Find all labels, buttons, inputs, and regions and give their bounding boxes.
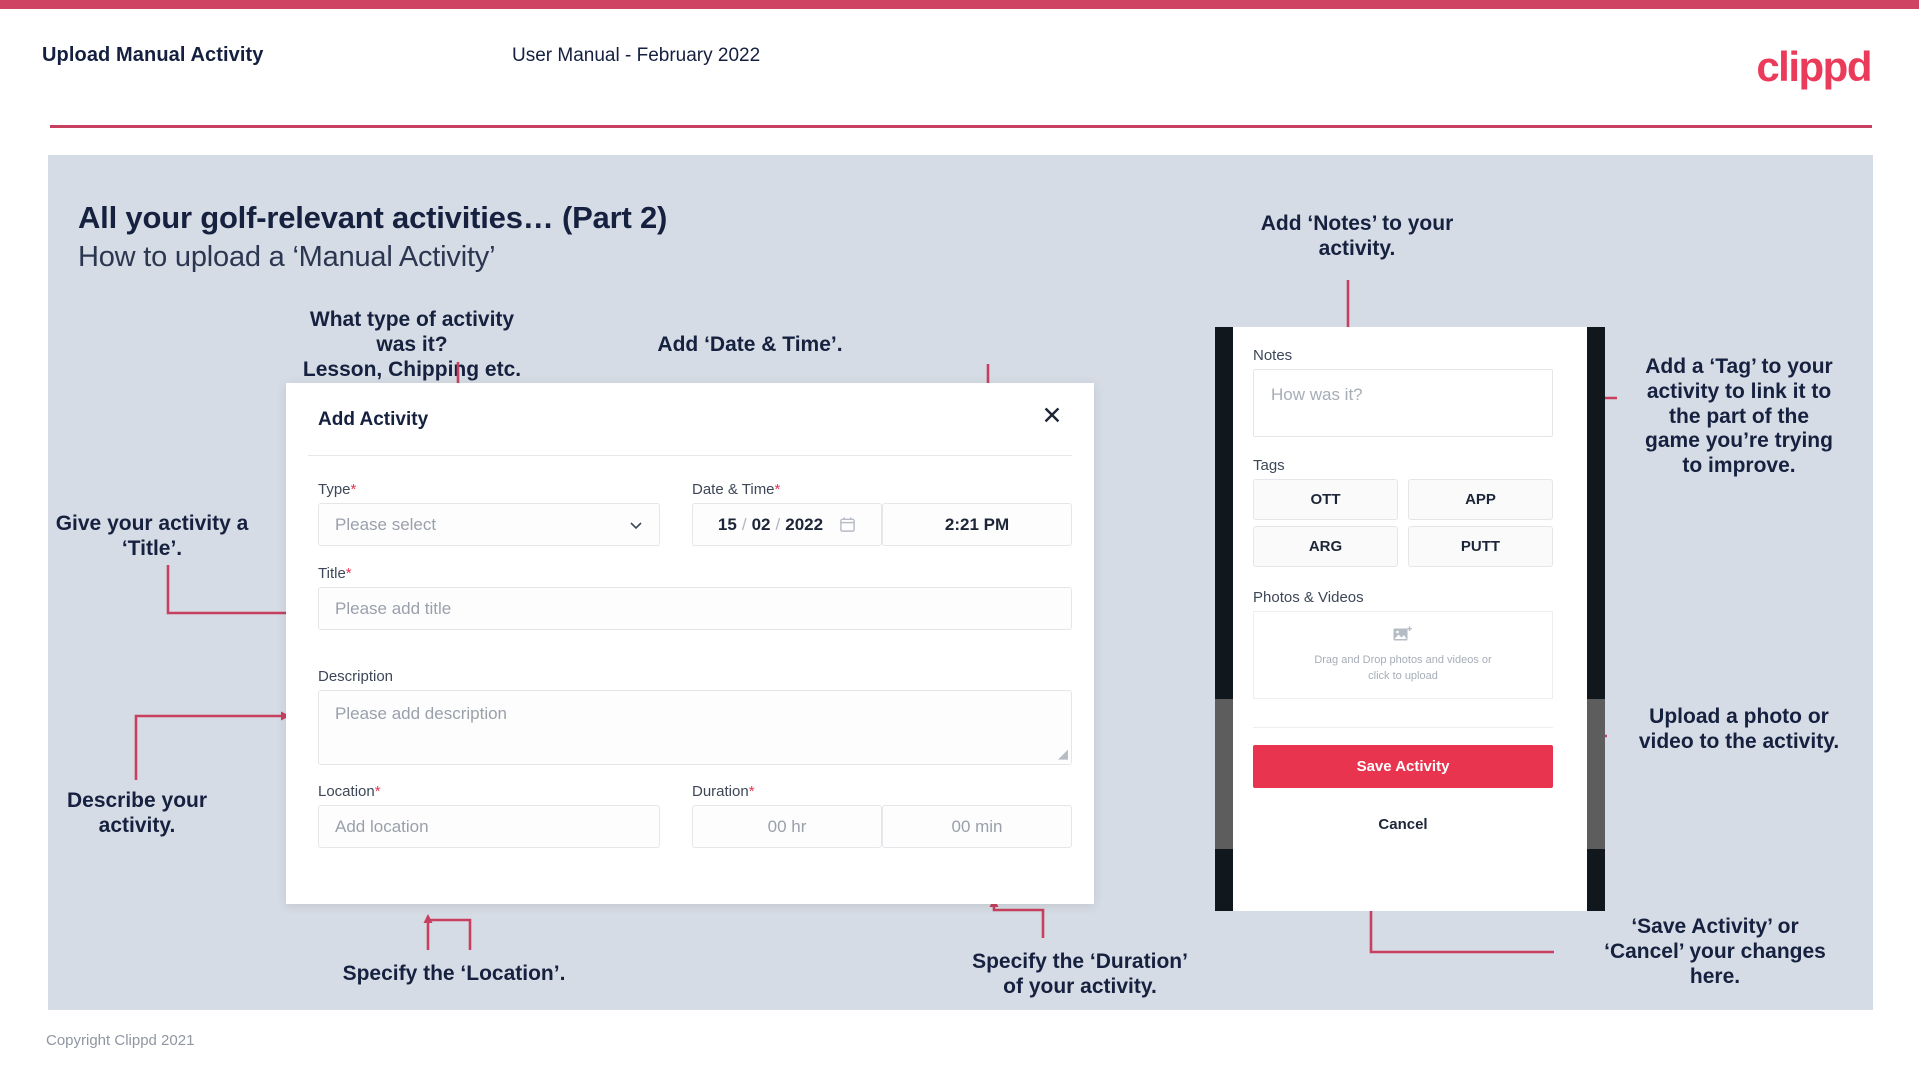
duration-minutes-input[interactable]: 00 min (882, 805, 1072, 848)
dialog-divider (308, 455, 1072, 456)
tags-label: Tags (1253, 457, 1285, 474)
chevron-down-icon (630, 521, 642, 529)
tag-label-app: APP (1465, 491, 1496, 508)
phone-bezel-right (1587, 327, 1605, 911)
type-required: * (350, 481, 357, 498)
dialog-title: Add Activity (318, 409, 429, 430)
location-label: Location* (318, 783, 381, 800)
duration-required: * (748, 783, 755, 800)
clippd-logo: clippd (1756, 43, 1872, 90)
add-image-icon (1393, 626, 1412, 640)
header-divider (50, 125, 1872, 128)
cancel-button[interactable]: Cancel (1253, 804, 1553, 844)
phone-mockup: Notes How was it? Tags OTT APP ARG PUTT … (1215, 327, 1605, 911)
tag-button-putt[interactable]: PUTT (1408, 526, 1553, 567)
description-textarea[interactable]: Please add description ◢ (318, 690, 1072, 765)
type-label: Type* (318, 481, 356, 498)
duration-label-text: Duration (692, 783, 749, 800)
location-input[interactable]: Add location (318, 805, 660, 848)
date-month: 02 (751, 514, 771, 534)
top-accent-bar (0, 0, 1919, 9)
datetime-label-text: Date & Time (692, 481, 775, 498)
duration-hours-input[interactable]: 00 hr (692, 805, 882, 848)
close-icon[interactable]: ✕ (1037, 401, 1067, 431)
duration-hours-placeholder: 00 hr (767, 816, 807, 836)
photo-dropzone[interactable]: Drag and Drop photos and videos or click… (1253, 611, 1553, 699)
description-label: Description (318, 668, 393, 685)
slide-page: Upload Manual Activity User Manual - Feb… (0, 0, 1919, 1079)
type-label-text: Type (318, 481, 351, 498)
annotation-location: Specify the ‘Location’. (342, 962, 566, 985)
type-select[interactable]: Please select (318, 503, 660, 546)
page-subtitle: How to upload a ‘Manual Activity’ (78, 241, 496, 273)
title-placeholder: Please add title (335, 598, 452, 618)
location-required: * (374, 783, 381, 800)
annotation-type: What type of activity was it? Lesson, Chi… (302, 308, 522, 381)
add-activity-dialog: Add Activity ✕ Type* Please select Date … (286, 383, 1094, 904)
annotation-upload: Upload a photo or video to the activity. (1638, 705, 1840, 753)
annotation-description: Describe your activity. (66, 789, 208, 837)
cancel-label: Cancel (1378, 815, 1428, 833)
description-placeholder: Please add description (335, 704, 508, 723)
tag-label-putt: PUTT (1460, 538, 1501, 555)
notes-label: Notes (1253, 347, 1293, 364)
header-left-title: Upload Manual Activity (42, 44, 264, 66)
tag-label-ott: OTT (1310, 491, 1341, 508)
date-input[interactable]: 15 / 02 / 2022 (692, 503, 882, 546)
duration-label: Duration* (692, 783, 755, 800)
tag-button-app[interactable]: APP (1408, 479, 1553, 520)
date-year: 2022 (785, 514, 824, 534)
tag-button-arg[interactable]: ARG (1253, 526, 1398, 567)
save-activity-button[interactable]: Save Activity (1253, 745, 1553, 788)
time-input[interactable]: 2:21 PM (882, 503, 1072, 546)
annotation-title: Give your activity a ‘Title’. (55, 512, 249, 560)
annotation-tags: Add a ‘Tag’ to your activity to link it t… (1645, 355, 1833, 478)
date-sep-1: / (741, 514, 747, 534)
description-label-text: Description (318, 668, 394, 685)
copyright-text: Copyright Clippd 2021 (46, 1032, 195, 1049)
photos-videos-label: Photos & Videos (1253, 589, 1364, 606)
dropzone-line-1: Drag and Drop photos and videos or (1314, 653, 1492, 666)
type-placeholder: Please select (335, 514, 437, 534)
phone-divider (1253, 727, 1553, 728)
date-sep-2: / (775, 514, 781, 534)
resize-handle-icon[interactable]: ◢ (1058, 746, 1068, 762)
page-title: All your golf-relevant activities… (Part… (78, 200, 668, 235)
annotation-save: ‘Save Activity’ or ‘Cancel’ your changes h… (1604, 915, 1826, 988)
calendar-icon[interactable] (839, 516, 856, 533)
time-value: 2:21 PM (944, 514, 1010, 534)
tag-button-ott[interactable]: OTT (1253, 479, 1398, 520)
save-activity-label: Save Activity (1356, 758, 1450, 775)
datetime-label: Date & Time* (692, 481, 780, 498)
phone-bezel-left (1215, 327, 1233, 911)
annotation-notes: Add ‘Notes’ to your activity. (1260, 212, 1454, 260)
date-day: 15 (717, 514, 737, 534)
header-center-title: User Manual - February 2022 (512, 45, 761, 66)
phone-screen: Notes How was it? Tags OTT APP ARG PUTT … (1233, 327, 1587, 911)
notes-placeholder: How was it? (1271, 385, 1363, 404)
dropzone-line-2: click to upload (1368, 670, 1438, 682)
location-placeholder: Add location (335, 816, 429, 836)
title-input[interactable]: Please add title (318, 587, 1072, 630)
title-label-text: Title (318, 565, 346, 582)
phone-bezel-left-accent (1215, 699, 1233, 849)
datetime-required: * (774, 481, 781, 498)
location-label-text: Location (318, 783, 375, 800)
annotation-duration: Specify the ‘Duration’ of your activity. (972, 950, 1188, 998)
tag-label-arg: ARG (1308, 538, 1343, 555)
title-required: * (345, 565, 352, 582)
duration-minutes-placeholder: 00 min (951, 816, 1003, 836)
annotation-datetime: Add ‘Date & Time’. (657, 333, 843, 356)
title-label: Title* (318, 565, 352, 582)
phone-bezel-right-accent (1587, 699, 1605, 849)
dropzone-text: Drag and Drop photos and videos or click… (1314, 652, 1491, 685)
